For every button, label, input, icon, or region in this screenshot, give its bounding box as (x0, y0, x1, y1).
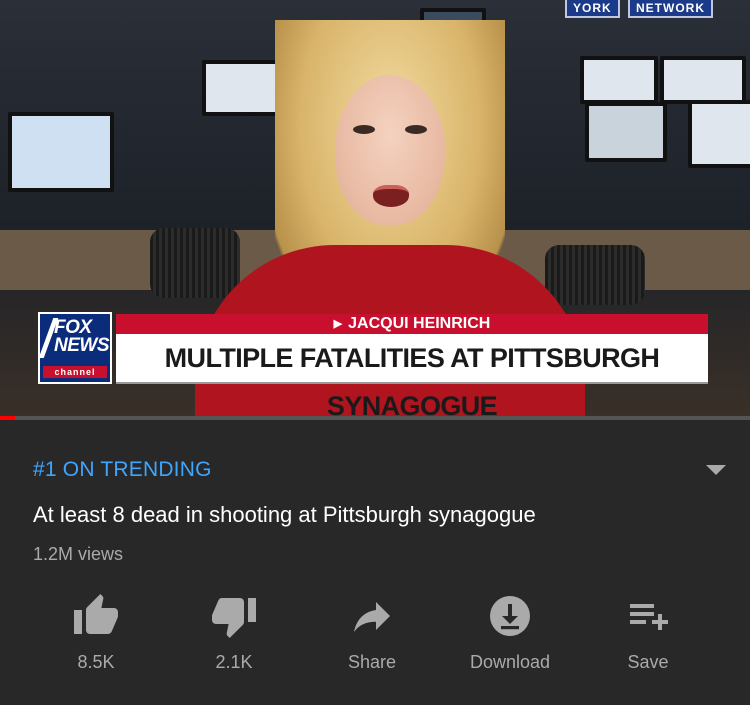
reporter-name-bar: ▶ JACQUI HEINRICH (116, 314, 708, 334)
video-info-panel: #1 ON TRENDING At least 8 dead in shooti… (0, 420, 750, 705)
reporter-name: JACQUI HEINRICH (348, 315, 491, 332)
like-button[interactable]: 8.5K (36, 592, 156, 673)
view-count: 1.2M views (33, 544, 124, 564)
dislike-button[interactable]: 2.1K (174, 592, 294, 673)
fox-news-logo: FOX NEWS channel (38, 312, 112, 384)
playlist-add-icon (630, 604, 668, 630)
save-button[interactable]: Save (588, 592, 708, 673)
presenter-eye (353, 125, 375, 134)
video-player[interactable]: YORK NETWORK FOX NEWS channel ▶ JACQUI HE… (0, 0, 750, 420)
like-count: 8.5K (77, 652, 115, 672)
trending-badge[interactable]: #1 ON TRENDING (33, 458, 212, 482)
studio-sign: NETWORK (628, 0, 713, 18)
thumbs-up-icon (74, 594, 118, 634)
share-label: Share (347, 652, 397, 672)
logo-line-news: NEWS (54, 335, 110, 356)
share-button[interactable]: Share (312, 592, 432, 673)
logo-channel: channel (43, 366, 107, 378)
save-label: Save (627, 652, 669, 672)
play-triangle-icon: ▶ (333, 318, 343, 330)
thumbs-down-icon (212, 598, 256, 638)
background-monitor (660, 56, 746, 104)
presenter-face (335, 75, 445, 225)
download-button[interactable]: Download (450, 592, 570, 673)
presenter-mouth (373, 185, 409, 207)
presenter-eye (405, 125, 427, 134)
headline-chyron: MULTIPLE FATALITIES AT PITTSBURGH SYNAGO… (116, 334, 708, 420)
background-monitor (585, 102, 667, 162)
background-monitor-map (8, 112, 114, 192)
background-monitor (688, 100, 750, 168)
dislike-count: 2.1K (215, 652, 253, 672)
news-lower-third: FOX NEWS channel ▶ JACQUI HEINRICH MULTIP… (38, 312, 710, 420)
share-icon (354, 602, 390, 632)
chevron-down-icon[interactable] (706, 465, 726, 475)
download-label: Download (469, 652, 551, 672)
background-monitor (580, 56, 658, 104)
studio-sign-left: YORK (565, 0, 620, 18)
download-icon (490, 596, 530, 636)
video-title: At least 8 dead in shooting at Pittsburg… (33, 502, 536, 527)
